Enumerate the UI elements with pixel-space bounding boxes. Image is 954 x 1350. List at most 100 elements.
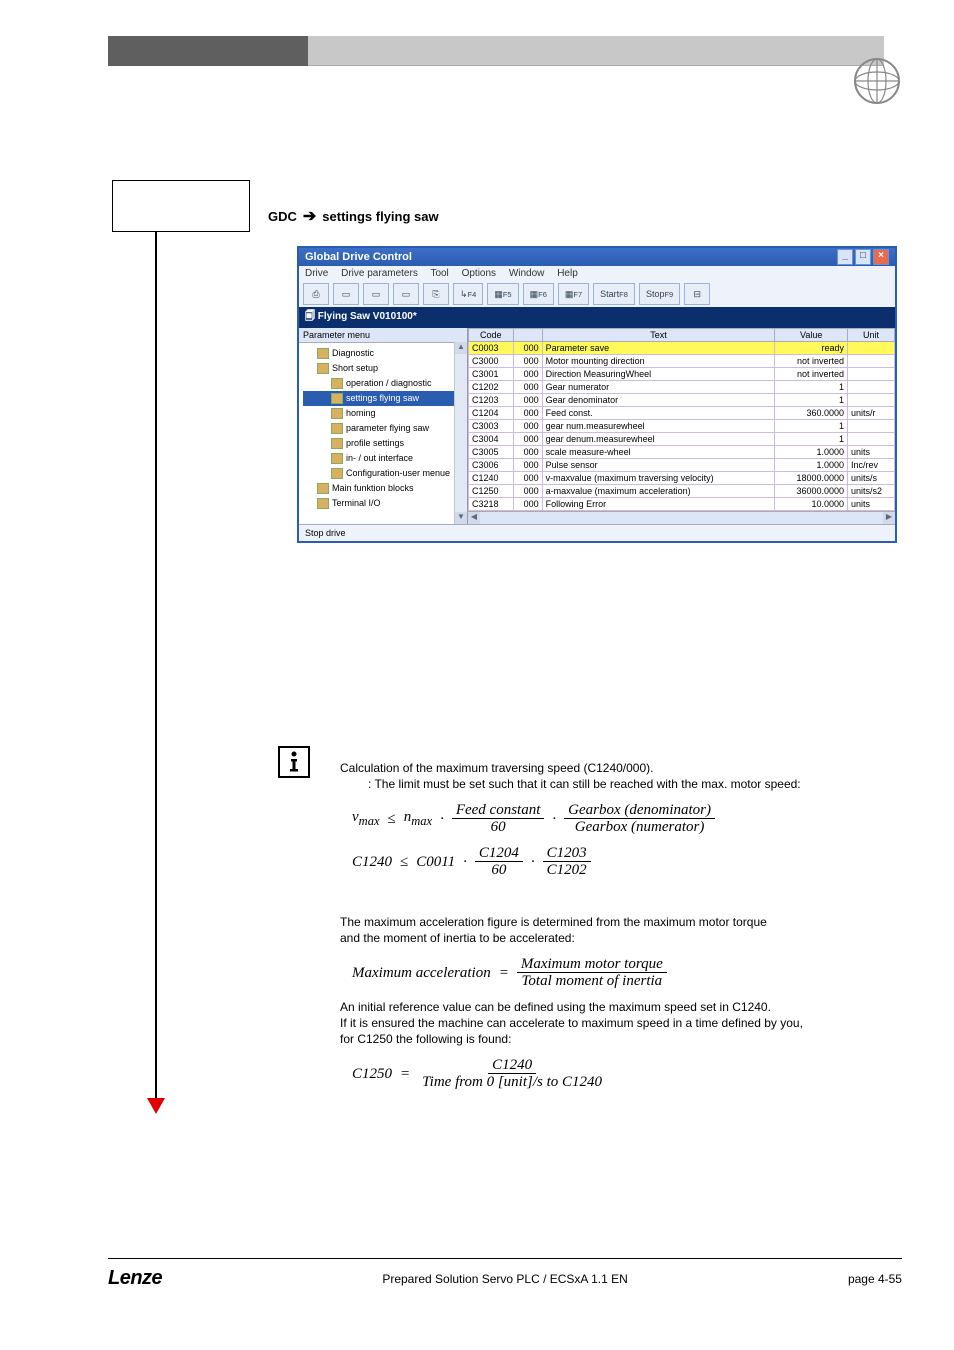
tree-item[interactable]: parameter flying saw [303, 421, 465, 436]
cell-sub: 000 [513, 368, 542, 381]
table-row[interactable]: C3006000Pulse sensor1.0000Inc/rev [469, 459, 895, 472]
cell-unit: units [848, 446, 895, 459]
table-row[interactable]: C3005000scale measure-wheel1.0000units [469, 446, 895, 459]
menu-options[interactable]: Options [462, 268, 496, 279]
menu-tool[interactable]: Tool [430, 268, 448, 279]
para-ref-3: for C1250 the following is found: [340, 1031, 880, 1047]
cell-value: 1 [775, 381, 848, 394]
folder-icon [317, 483, 329, 494]
gdc-statusbar: Stop drive [299, 524, 895, 541]
cell-unit: units/r [848, 407, 895, 420]
gdc-toolbar: ⎙ ▭ ▭ ▭ ⎘ ↳F4 ▦F5 ▦F6 ▦F7 Start F8 Stop … [299, 281, 895, 307]
cell-unit: units/s [848, 472, 895, 485]
cell-text: Following Error [542, 498, 775, 511]
tree-item[interactable]: profile settings [303, 436, 465, 451]
tree-item[interactable]: Short setup [303, 361, 465, 376]
footer-logo: Lenze [108, 1267, 162, 1290]
formula-max-accel: Maximum acceleration = Maximum motor tor… [352, 956, 880, 989]
cell-code: C1240 [469, 472, 514, 485]
header-light-segment [308, 36, 884, 66]
toolbar-button[interactable]: ▭ [333, 283, 359, 305]
cell-value: not inverted [775, 368, 848, 381]
cell-sub: 000 [513, 433, 542, 446]
cell-value: 18000.0000 [775, 472, 848, 485]
table-row[interactable]: C3001000Direction MeasuringWheelnot inve… [469, 368, 895, 381]
menu-drive-parameters[interactable]: Drive parameters [341, 268, 418, 279]
col-text[interactable]: Text [542, 329, 775, 342]
cell-value: 1.0000 [775, 446, 848, 459]
table-row[interactable]: C3003000gear num.measurewheel1 [469, 420, 895, 433]
flow-line [155, 232, 157, 1102]
table-row[interactable]: C1250000a-maxvalue (maximum acceleration… [469, 485, 895, 498]
flow-arrow-down-icon [147, 1098, 165, 1114]
gdc-title: Global Drive Control [305, 251, 412, 263]
toolbar-f5[interactable]: ▦F5 [487, 283, 518, 305]
tree-item[interactable]: homing [303, 406, 465, 421]
gdc-titlebar[interactable]: Global Drive Control _ □ × [299, 248, 895, 266]
toolbar-button[interactable]: ▭ [363, 283, 389, 305]
table-row[interactable]: C1240000v-maxvalue (maximum traversing v… [469, 472, 895, 485]
folder-icon [331, 408, 343, 419]
col-code[interactable]: Code [469, 329, 514, 342]
toolbar-f7[interactable]: ▦F7 [558, 283, 589, 305]
tree-item[interactable]: Terminal I/O [303, 496, 465, 511]
table-row[interactable]: C1204000Feed const.360.0000units/r [469, 407, 895, 420]
tree-item[interactable]: Diagnostic [303, 346, 465, 361]
table-row[interactable]: C3000000Motor mounting directionnot inve… [469, 355, 895, 368]
maximize-button[interactable]: □ [855, 249, 871, 265]
gdc-doc-title: Flying Saw V010100* [318, 311, 417, 322]
cell-value: not inverted [775, 355, 848, 368]
globe-icon [852, 56, 902, 106]
cell-value: 1 [775, 433, 848, 446]
toolbar-f6[interactable]: ▦F6 [523, 283, 554, 305]
grid-h-scrollbar[interactable] [468, 511, 895, 524]
cell-value: 1 [775, 420, 848, 433]
col-unit[interactable]: Unit [848, 329, 895, 342]
cell-unit [848, 394, 895, 407]
tree-item[interactable]: in- / out interface [303, 451, 465, 466]
tree-scrollbar[interactable] [454, 342, 467, 524]
menu-window[interactable]: Window [509, 268, 545, 279]
tree-item[interactable]: settings flying saw [303, 391, 465, 406]
toolbar-button[interactable]: ▭ [393, 283, 419, 305]
tree-item-label: profile settings [346, 436, 404, 451]
gdc-menubar[interactable]: Drive Drive parameters Tool Options Wind… [299, 266, 895, 281]
cell-text: gear num.measurewheel [542, 420, 775, 433]
col-sub[interactable] [513, 329, 542, 342]
toolbar-button[interactable]: ⎙ [303, 283, 329, 305]
toolbar-button[interactable]: ⎘ [423, 283, 449, 305]
toolbar-start[interactable]: Start F8 [593, 283, 635, 305]
tree-item[interactable]: Configuration-user menue [303, 466, 465, 481]
menu-help[interactable]: Help [557, 268, 578, 279]
tree-item[interactable]: Main funktion blocks [303, 481, 465, 496]
parameter-tree[interactable]: Parameter menu DiagnosticShort setupoper… [299, 328, 468, 524]
header-bar [108, 36, 884, 66]
toolbar-f4[interactable]: ↳F4 [453, 283, 483, 305]
cell-text: Pulse sensor [542, 459, 775, 472]
cell-sub: 000 [513, 355, 542, 368]
toolbar-button[interactable]: ⊟ [684, 283, 710, 305]
cell-sub: 000 [513, 407, 542, 420]
table-row[interactable]: C1202000Gear numerator1 [469, 381, 895, 394]
tree-item-label: homing [346, 406, 376, 421]
table-row[interactable]: C1203000Gear denominator1 [469, 394, 895, 407]
col-value[interactable]: Value [775, 329, 848, 342]
table-row[interactable]: C0003000Parameter saveready [469, 342, 895, 355]
tree-item[interactable]: operation / diagnostic [303, 376, 465, 391]
cell-text: gear denum.measurewheel [542, 433, 775, 446]
toolbar-stop[interactable]: Stop F9 [639, 283, 680, 305]
folder-icon [331, 378, 343, 389]
cell-sub: 000 [513, 472, 542, 485]
cell-value: 36000.0000 [775, 485, 848, 498]
minimize-button[interactable]: _ [837, 249, 853, 265]
table-row[interactable]: C3218000Following Error10.0000units [469, 498, 895, 511]
cell-code: C3001 [469, 368, 514, 381]
cell-code: C3006 [469, 459, 514, 472]
cell-code: C3003 [469, 420, 514, 433]
parameter-grid[interactable]: Code Text Value Unit C0003000Parameter s… [468, 328, 895, 524]
close-button[interactable]: × [873, 249, 889, 265]
folder-icon [317, 348, 329, 359]
menu-drive[interactable]: Drive [305, 268, 328, 279]
cell-code: C0003 [469, 342, 514, 355]
table-row[interactable]: C3004000gear denum.measurewheel1 [469, 433, 895, 446]
